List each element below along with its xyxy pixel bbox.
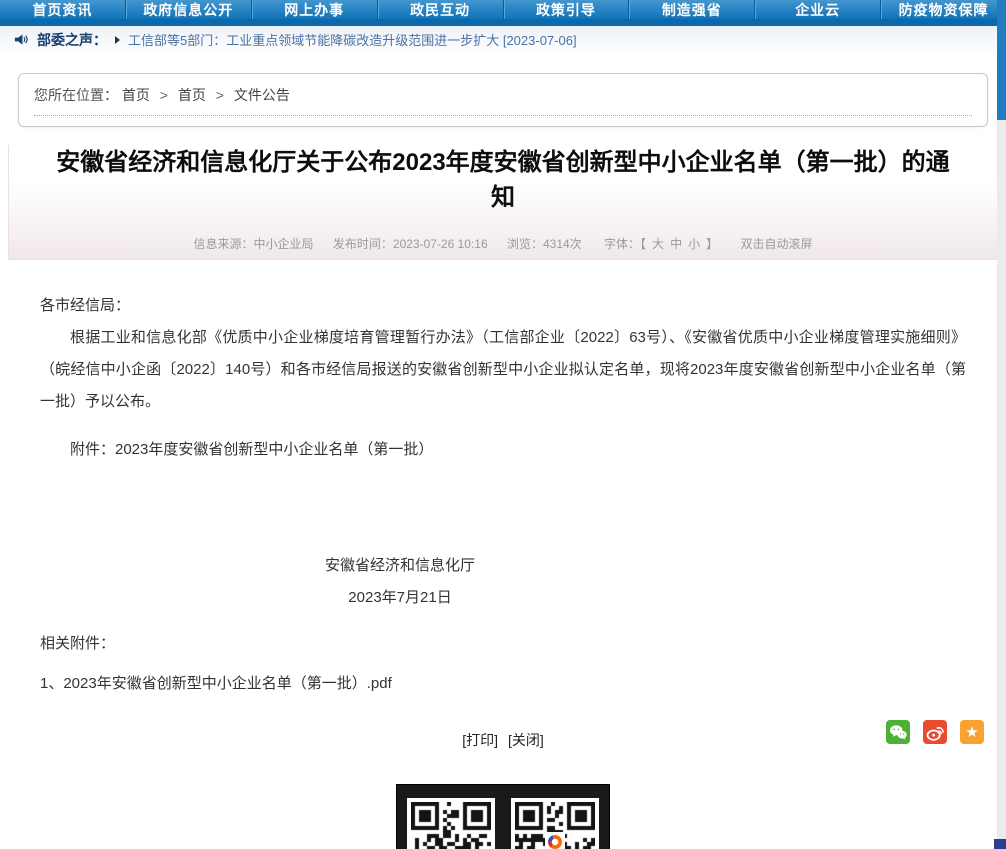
- ticker-arrow-icon: [115, 36, 120, 44]
- attachment-line: 附件：2023年度安徽省创新型中小企业名单（第一批）: [40, 434, 966, 466]
- meta-view-count: 浏览：4314次: [507, 237, 582, 251]
- weibo-share-icon[interactable]: [923, 720, 947, 744]
- scrollbar-track[interactable]: [997, 0, 1006, 849]
- wechat-qr-box: [511, 798, 599, 849]
- speaker-icon: [14, 32, 29, 47]
- actions-row: [打印] [关闭]: [0, 730, 1006, 758]
- wechat-qr-center-logo: [545, 832, 565, 849]
- scrollbar-corner: [994, 839, 1006, 849]
- breadcrumb: 您所在位置： 首页 > 首页 > 文件公告: [34, 85, 972, 105]
- nav-item-enterprise-cloud[interactable]: 企业云: [754, 0, 880, 19]
- dotted-divider: [34, 115, 972, 120]
- qr-code-panel: 微博扫描 微信平台: [396, 784, 610, 849]
- print-button[interactable]: [打印]: [462, 732, 498, 748]
- related-attachments-label: 相关附件：: [40, 628, 966, 660]
- weibo-qr-box: [407, 798, 495, 849]
- breadcrumb-home2-link[interactable]: 首页: [178, 87, 206, 103]
- close-button[interactable]: [关闭]: [508, 732, 544, 748]
- weibo-qr-code: [411, 802, 491, 849]
- article-header: 安徽省经济和信息化厅关于公布2023年度安徽省创新型中小企业名单（第一批）的通知…: [8, 145, 998, 260]
- nav-item-home-news[interactable]: 首页资讯: [0, 0, 125, 19]
- favorite-star-icon[interactable]: ★: [960, 720, 984, 744]
- meta-autoscroll-hint[interactable]: 双击自动滚屏: [740, 237, 812, 251]
- signature-block: 安徽省经济和信息化厅 2023年7月21日: [40, 550, 760, 614]
- page-title: 安徽省经济和信息化厅关于公布2023年度安徽省创新型中小企业名单（第一批）的通知: [49, 145, 958, 215]
- font-size-medium-button[interactable]: 中: [670, 237, 682, 251]
- sign-date: 2023年7月21日: [40, 582, 760, 614]
- breadcrumb-separator: >: [160, 87, 168, 103]
- nav-item-epidemic-supplies[interactable]: 防疫物资保障: [880, 0, 1006, 19]
- nav-item-interaction[interactable]: 政民互动: [377, 0, 503, 19]
- breadcrumb-box: 您所在位置： 首页 > 首页 > 文件公告: [18, 73, 988, 127]
- breadcrumb-home-link[interactable]: 首页: [122, 87, 150, 103]
- signer-name: 安徽省经济和信息化厅: [40, 550, 760, 582]
- ticker-label: 部委之声：: [37, 30, 107, 50]
- font-size-control: 字体：【大中小】: [601, 237, 721, 251]
- article-meta: 信息来源：中小企业局 发布时间：2023-07-26 10:16 浏览：4314…: [9, 229, 997, 259]
- meta-publish-time: 发布时间：2023-07-26 10:16: [333, 237, 488, 251]
- ticker-news-link[interactable]: 工信部等5部门：工业重点领域节能降碳改造升级范围进一步扩大 [2023-07-0…: [128, 30, 577, 49]
- wechat-qr-item: 微信平台: [511, 798, 599, 849]
- body-paragraph: 根据工业和信息化部《优质中小企业梯度培育管理暂行办法》（工信部企业〔2022〕6…: [40, 322, 966, 418]
- breadcrumb-separator: >: [216, 87, 224, 103]
- share-icons-group: ★: [886, 720, 984, 744]
- breadcrumb-prefix: 您所在位置：: [34, 87, 118, 103]
- related-attachment-link[interactable]: 1、2023年安徽省创新型中小企业名单（第一批）.pdf: [40, 668, 966, 700]
- top-navigation: 首页资讯 政府信息公开 网上办事 政民互动 政策引导 制造强省 企业云 防疫物资…: [0, 0, 1006, 19]
- nav-item-online-services[interactable]: 网上办事: [251, 0, 377, 19]
- wechat-share-icon[interactable]: [886, 720, 910, 744]
- wechat-bubbles-icon: [889, 724, 907, 740]
- nav-item-gov-info[interactable]: 政府信息公开: [125, 0, 251, 19]
- article-body: 各市经信局： 根据工业和信息化部《优质中小企业梯度培育管理暂行办法》（工信部企业…: [0, 260, 1006, 700]
- nav-item-policy-guide[interactable]: 政策引导: [503, 0, 629, 19]
- weibo-eye-icon: [926, 724, 944, 741]
- news-ticker: 部委之声： 工信部等5部门：工业重点领域节能降碳改造升级范围进一步扩大 [202…: [0, 26, 1006, 53]
- font-size-label-end: 】: [706, 237, 718, 251]
- print-close-group: [打印] [关闭]: [0, 730, 1006, 750]
- salutation-text: 各市经信局：: [40, 290, 966, 322]
- breadcrumb-category-link[interactable]: 文件公告: [234, 87, 290, 103]
- scrollbar-thumb[interactable]: [997, 0, 1006, 120]
- meta-source: 信息来源：中小企业局: [194, 237, 314, 251]
- nav-item-manufacturing[interactable]: 制造强省: [628, 0, 754, 19]
- font-size-small-button[interactable]: 小: [688, 237, 700, 251]
- weibo-qr-item: 微博扫描: [407, 798, 495, 849]
- font-size-label: 字体：【: [604, 237, 646, 251]
- nav-bottom-strip: [0, 19, 1006, 26]
- font-size-large-button[interactable]: 大: [652, 237, 664, 251]
- page: 首页资讯 政府信息公开 网上办事 政民互动 政策引导 制造强省 企业云 防疫物资…: [0, 0, 1006, 849]
